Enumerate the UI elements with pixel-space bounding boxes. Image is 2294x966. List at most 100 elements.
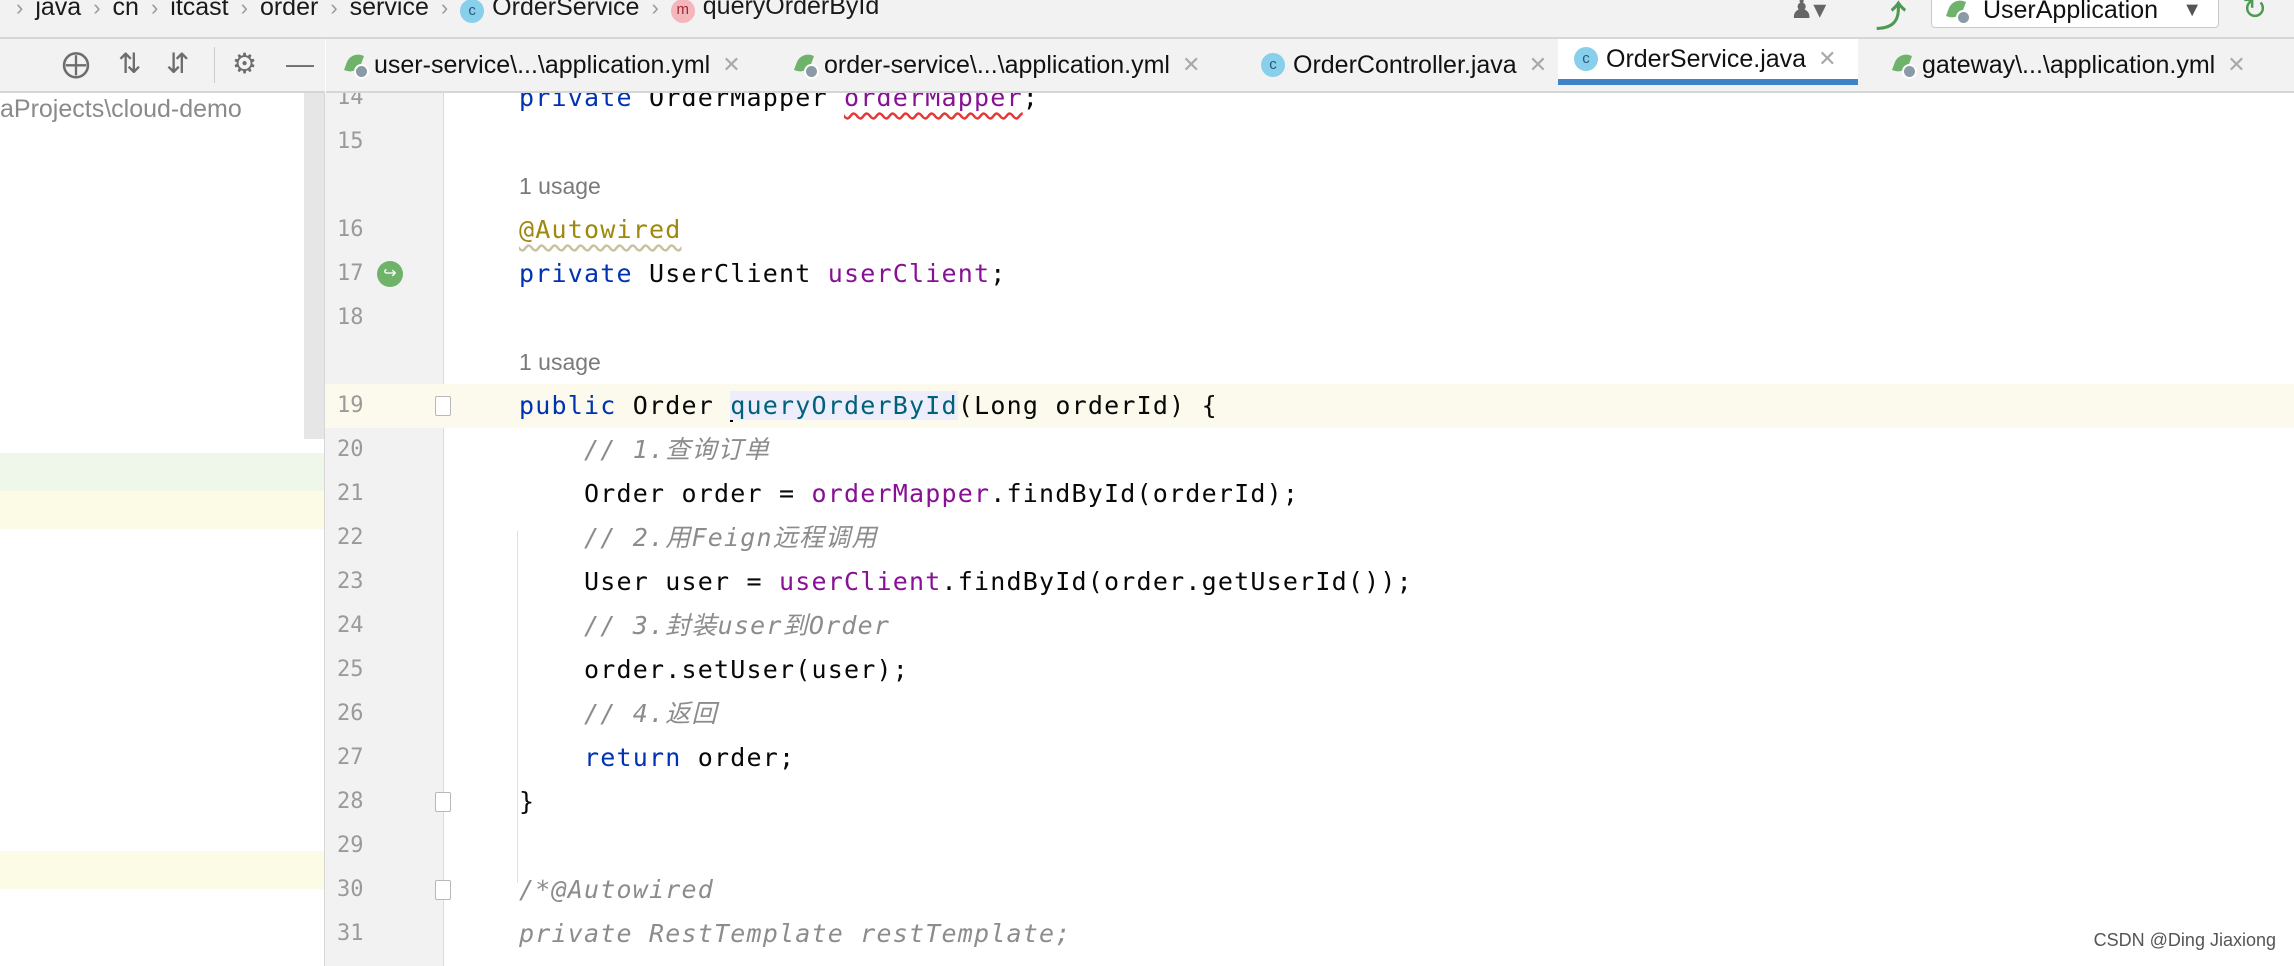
code-text: User user = userClient.findById(order.ge… <box>519 560 1413 604</box>
close-icon[interactable]: ✕ <box>1529 52 1547 78</box>
divider <box>214 47 215 83</box>
code-token: orderMapper <box>844 93 1023 112</box>
code-token: order; <box>697 743 796 772</box>
code-editor[interactable]: 14 private OrderMapper orderMapper; 15 1 us… <box>0 93 2294 966</box>
run-configuration-selector[interactable]: UserApplication ▼ <box>1931 0 2219 28</box>
collapse-all-icon[interactable]: ⇵ <box>166 49 189 79</box>
code-text: // 3.封装user到Order <box>519 604 890 648</box>
code-line: 31 private RestTemplate restTemplate; <box>325 912 2294 956</box>
code-line: 21 Order order = orderMapper.findById(or… <box>325 472 2294 516</box>
line-number: 26 <box>337 701 364 726</box>
code-line: 29 <box>325 824 2294 868</box>
code-line: 24 // 3.封装user到Order <box>325 604 2294 648</box>
code-token: // 1.查询订单 <box>519 435 771 464</box>
line-number: 19 <box>337 393 364 418</box>
class-icon: c <box>1574 47 1598 71</box>
breadcrumb-item[interactable]: java <box>35 0 81 22</box>
tab-label: order-service\...\application.yml <box>824 50 1170 79</box>
breadcrumb-item[interactable]: c OrderService <box>460 0 639 23</box>
close-icon[interactable]: ✕ <box>1182 52 1200 78</box>
tab-label: OrderController.java <box>1293 50 1517 79</box>
code-line: 19 public Order queryOrderById(Long order… <box>325 384 2294 428</box>
tab-orderservice-java[interactable]: c OrderService.java ✕ <box>1558 39 1858 85</box>
editor-tabs: user-service\...\application.yml ✕ order-s… <box>326 39 2294 93</box>
tab-gateway-application-yml[interactable]: gateway\...\application.yml ✕ <box>1892 39 2246 91</box>
code-token: orderMapper <box>811 479 991 508</box>
line-number: 28 <box>337 789 364 814</box>
expand-all-icon[interactable]: ⇅ <box>118 49 141 79</box>
code-token: ; <box>990 259 1007 288</box>
close-icon[interactable]: ✕ <box>1818 46 1836 72</box>
code-text: } <box>519 780 535 824</box>
fold-icon[interactable] <box>435 880 451 900</box>
tab-order-service-application-yml[interactable]: order-service\...\application.yml ✕ <box>794 39 1200 91</box>
gear-icon[interactable]: ⚙ <box>232 49 257 79</box>
breadcrumb-separator: › <box>150 0 159 20</box>
line-number: 21 <box>337 481 364 506</box>
breadcrumb: › java › cn › itcast › order › service › c OrderServ… <box>4 0 879 23</box>
code-token: .findById(orderId); <box>990 479 1300 508</box>
close-icon[interactable]: ✕ <box>722 52 740 78</box>
rerun-icon[interactable]: ↻ <box>2242 0 2267 27</box>
line-number: 14 <box>337 93 364 110</box>
code-line: 17 ↪ private UserClient userClient; <box>325 252 2294 296</box>
usage-hint: 1 usage <box>325 340 2294 384</box>
code-text: // 4.返回 <box>519 692 718 736</box>
breadcrumb-item[interactable]: itcast <box>170 0 228 22</box>
code-text: private OrderMapper orderMapper; <box>519 93 1039 120</box>
code-token: userClient <box>779 567 942 596</box>
code-line: 28} <box>325 780 2294 824</box>
fold-icon[interactable] <box>435 792 451 812</box>
user-icon[interactable]: ♟▾ <box>1790 0 1826 25</box>
code-token: UserClient <box>649 259 828 288</box>
breadcrumb-label: itcast <box>170 0 229 21</box>
code-token: // 4.返回 <box>519 699 718 728</box>
fold-icon[interactable] <box>435 396 451 416</box>
tab-user-service-application-yml[interactable]: user-service\...\application.yml ✕ <box>344 39 741 91</box>
code-line: 14 private OrderMapper orderMapper; <box>325 93 2294 120</box>
code-line: 23 User user = userClient.findById(order… <box>325 560 2294 604</box>
breadcrumb-item[interactable]: m queryOrderById <box>670 0 880 23</box>
code-text: private UserClient userClient; <box>519 252 1007 296</box>
code-line: 25 order.setUser(user); <box>325 648 2294 692</box>
line-number: 20 <box>337 437 364 462</box>
line-number: 17 <box>337 261 364 286</box>
breadcrumb-item[interactable]: order <box>260 0 318 22</box>
close-icon[interactable]: ✕ <box>2227 52 2245 78</box>
tab-label: gateway\...\application.yml <box>1922 50 2216 79</box>
tab-ordercontroller-java[interactable]: c OrderController.java ✕ <box>1261 39 1547 91</box>
breadcrumb-label: queryOrderById <box>702 0 880 20</box>
run-configuration-label: UserApplication <box>1982 0 2159 24</box>
code-token: private <box>519 259 650 288</box>
line-number: 27 <box>337 745 364 770</box>
locate-icon[interactable]: ⨁ <box>62 49 90 79</box>
project-toolbar: ⨁ ⇅ ⇵ ⚙ — <box>0 39 325 93</box>
spring-bean-icon[interactable]: ↪ <box>377 261 403 287</box>
minimize-icon[interactable]: — <box>286 49 314 79</box>
code-text: return order; <box>519 736 795 780</box>
usage-hint-label[interactable]: 1 usage <box>519 164 601 208</box>
breadcrumb-label: service <box>349 0 429 21</box>
build-hammer-icon[interactable]: ⤴ <box>1876 0 1906 36</box>
code-token: return <box>584 743 698 772</box>
line-number: 16 <box>337 217 364 242</box>
breadcrumb-separator: › <box>330 0 338 20</box>
navigation-bar: › java › cn › itcast › order › service › c OrderServ… <box>0 0 2294 39</box>
code-token: private RestTemplate restTemplate; <box>519 919 1072 948</box>
code-line: 15 <box>325 120 2294 164</box>
code-token: /*@Autowired <box>519 875 715 904</box>
code-line: 22 // 2.用Feign远程调用 <box>325 516 2294 560</box>
class-icon: c <box>460 0 485 23</box>
code-token: @Autowired <box>519 215 682 244</box>
code-text: // 2.用Feign远程调用 <box>519 516 878 560</box>
line-number: 22 <box>337 525 364 550</box>
code-token: } <box>519 787 536 816</box>
breadcrumb-item[interactable]: service <box>350 0 429 22</box>
code-token: (Long orderId) { <box>957 391 1218 420</box>
breadcrumb-item[interactable]: cn <box>113 0 139 22</box>
usage-hint-label[interactable]: 1 usage <box>519 340 601 384</box>
code-token: ; <box>1022 93 1040 112</box>
code-token: Order <box>632 391 731 420</box>
code-token: User user = <box>519 567 780 596</box>
